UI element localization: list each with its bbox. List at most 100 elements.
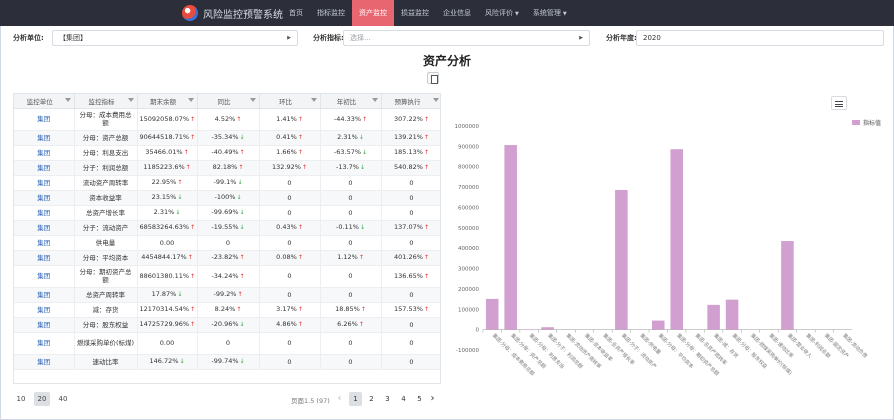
metric-select[interactable]: 选择... ▶: [343, 30, 590, 46]
arrow-down-icon: ↓: [239, 358, 245, 365]
cell-mom: 132.92%↑: [259, 160, 321, 176]
table-row[interactable]: 集团 资本收益率 23.15%↓ -100%↓ 0 0 0: [14, 190, 440, 206]
cell-unit[interactable]: 集团: [14, 190, 75, 206]
nav-item-2[interactable]: 资产监控: [352, 0, 394, 26]
cell-value: 0: [409, 339, 414, 347]
cell-unit[interactable]: 集团: [14, 145, 75, 161]
cell-value: -23.82%: [211, 253, 239, 261]
table-row[interactable]: 集团 分母：期初资产总额 88601380.11%↑ -34.24%↑ 0 0 136.65…: [14, 265, 440, 288]
year-field[interactable]: 2020: [636, 30, 884, 46]
cell-unit[interactable]: 集团: [14, 354, 75, 370]
cell-value: 90644518.71%: [139, 133, 190, 141]
page-button[interactable]: 4: [397, 392, 410, 406]
page-button[interactable]: 2: [365, 392, 378, 406]
export-icon[interactable]: [427, 72, 439, 84]
table-row[interactable]: 集团 分子：利润总额 1185223.6%↑ 82.18%↑ 132.92%↑ -13.7…: [14, 160, 440, 176]
table-row[interactable]: 集团 速动比率 146.72%↓ -99.74%↓ 0 0 0: [14, 354, 440, 370]
table-row[interactable]: 集团 分母：平均资本 4454844.17%↑ -23.82%↑ 0.08%↑ 1.12%…: [14, 250, 440, 266]
cell-metric: 总资产周转率: [74, 287, 138, 303]
cell-unit[interactable]: 集团: [14, 175, 75, 191]
nav-item-6[interactable]: 系统管理 ▼: [526, 0, 574, 26]
filter-icon[interactable]: [310, 98, 317, 102]
table-row[interactable]: 集团 供电量 0.00 0 0 0 0: [14, 235, 440, 251]
cell-unit[interactable]: 集团: [14, 130, 75, 146]
cell-unit[interactable]: 集团: [14, 235, 75, 251]
cell-unit[interactable]: 集团: [14, 160, 75, 176]
page-button[interactable]: 1: [349, 392, 362, 406]
data-table: 监控单位 监控指标 期末余额 同比 环比 年初比 预算执行 集团 分母：成本费用总额 15092…: [13, 93, 441, 384]
cell-yoy: -20.96%↓: [197, 317, 260, 333]
arrow-up-icon: ↑: [177, 179, 183, 186]
filter-icon[interactable]: [432, 98, 439, 102]
table-row[interactable]: 集团 减：存货 12170314.54%↑ 8.24%↑ 3.17%↑ 18.85%↑ 15…: [14, 302, 440, 318]
page-size-option[interactable]: 40: [55, 392, 71, 406]
y-tick-label: 400000: [458, 246, 479, 252]
column-header[interactable]: 同比: [197, 94, 260, 109]
column-header[interactable]: 年初比: [320, 94, 382, 109]
cell-value: -13.7%: [335, 163, 359, 171]
cell-yoy: -19.55%↓: [197, 220, 260, 236]
table-row[interactable]: 集团 分母：成本费用总额 15092058.07%↑ 4.52%↑ 1.41%↑ -44.…: [14, 108, 440, 131]
page-size-option[interactable]: 20: [34, 392, 50, 406]
cell-value: 307.22%: [394, 114, 423, 123]
arrow-up-icon: ↑: [239, 272, 245, 280]
cell-value: 速动比率: [92, 357, 119, 366]
cell-ytd: -44.33%↑: [320, 108, 382, 131]
cell-value: 分子：利润总额: [82, 163, 129, 172]
cell-unit[interactable]: 集团: [14, 317, 75, 333]
nav-item-0[interactable]: 首页: [282, 0, 310, 26]
cell-unit[interactable]: 集团: [14, 108, 75, 131]
nav-item-label: 指标监控: [317, 9, 345, 17]
page-button[interactable]: 5: [413, 392, 426, 406]
table-row[interactable]: 集团 总资产周转率 17.87%↓ -99.2%↑ 0 0 0: [14, 287, 440, 303]
unit-select[interactable]: 【集团】 ▶: [52, 30, 298, 46]
brand[interactable]: 风险监控预警系统: [182, 4, 283, 22]
arrow-up-icon: ↑: [239, 254, 245, 261]
column-header[interactable]: 监控指标: [74, 94, 138, 109]
nav-item-5[interactable]: 风险评价 ▼: [478, 0, 526, 26]
filter-icon[interactable]: [64, 98, 71, 102]
cell-mom: 0: [259, 205, 321, 221]
y-tick-label: 0: [476, 328, 480, 334]
table-row[interactable]: 集团 总资产增长率 2.31%↓ -99.69%↓ 0 0 0: [14, 205, 440, 221]
column-header[interactable]: 期末余额: [137, 94, 198, 109]
x-tick-label: 集团-分母：股东权益: [731, 332, 769, 370]
x-tick-label: 集团-分子：利润总额: [546, 332, 584, 370]
cell-ytd: 18.85%↑: [320, 302, 382, 318]
table-row[interactable]: 集团 分母：资产总额 90644518.71%↑ -35.34%↓ 0.41%↑ 2.31…: [14, 130, 440, 146]
cell-unit[interactable]: 集团: [14, 287, 75, 303]
cell-value: 集团: [37, 178, 51, 187]
cell-unit[interactable]: 集团: [14, 250, 75, 266]
cell-value: 集团: [37, 320, 51, 329]
arrow-up-icon: ↑: [423, 306, 429, 313]
column-header[interactable]: 预算执行: [381, 94, 440, 109]
column-header[interactable]: 环比: [259, 94, 321, 109]
filter-icon[interactable]: [371, 98, 378, 102]
y-tick-label: 100000: [458, 307, 479, 313]
cell-unit[interactable]: 集团: [14, 220, 75, 236]
table-row[interactable]: 集团 分母：利息支出 35466.01%↑ -40.49%↑ 1.66%↑ -63.57%…: [14, 145, 440, 161]
column-header[interactable]: 监控单位: [14, 94, 75, 109]
y-tick-label: 900000: [458, 144, 479, 150]
filter-icon[interactable]: [127, 98, 134, 102]
cell-value: 0: [225, 238, 231, 247]
cell-unit[interactable]: 集团: [14, 265, 75, 288]
filter-icon[interactable]: [249, 98, 256, 102]
chevron-right-icon[interactable]: ›: [426, 392, 439, 406]
cell-unit[interactable]: 集团: [14, 205, 75, 221]
page-button[interactable]: 3: [381, 392, 394, 406]
filter-icon[interactable]: [187, 98, 194, 102]
cell-yoy: -99.69%↓: [197, 205, 260, 221]
chevron-left-icon[interactable]: ‹: [333, 392, 346, 406]
cell-unit[interactable]: 集团: [14, 332, 75, 355]
table-row[interactable]: 集团 分母：股东权益 14725729.96%↑ -20.96%↓ 4.86%↑ 6.26…: [14, 317, 440, 333]
cell-unit[interactable]: 集团: [14, 302, 75, 318]
table-row[interactable]: 集团 分子：流动资产 68583264.63%↑ -19.55%↓ 0.43%↑ -0.1…: [14, 220, 440, 236]
nav-item-1[interactable]: 指标监控: [310, 0, 352, 26]
table-row[interactable]: 集团 燃煤采购单价(标煤) 0.00 0 0 0 0: [14, 332, 440, 355]
cell-balance: 88601380.11%↑: [137, 265, 198, 288]
page-size-option[interactable]: 10: [13, 392, 29, 406]
table-row[interactable]: 集团 流动资产周转率 22.95%↑ -99.1%↓ 0 0 0: [14, 175, 440, 191]
nav-item-4[interactable]: 企业信息: [436, 0, 478, 26]
nav-item-3[interactable]: 损益监控: [394, 0, 436, 26]
